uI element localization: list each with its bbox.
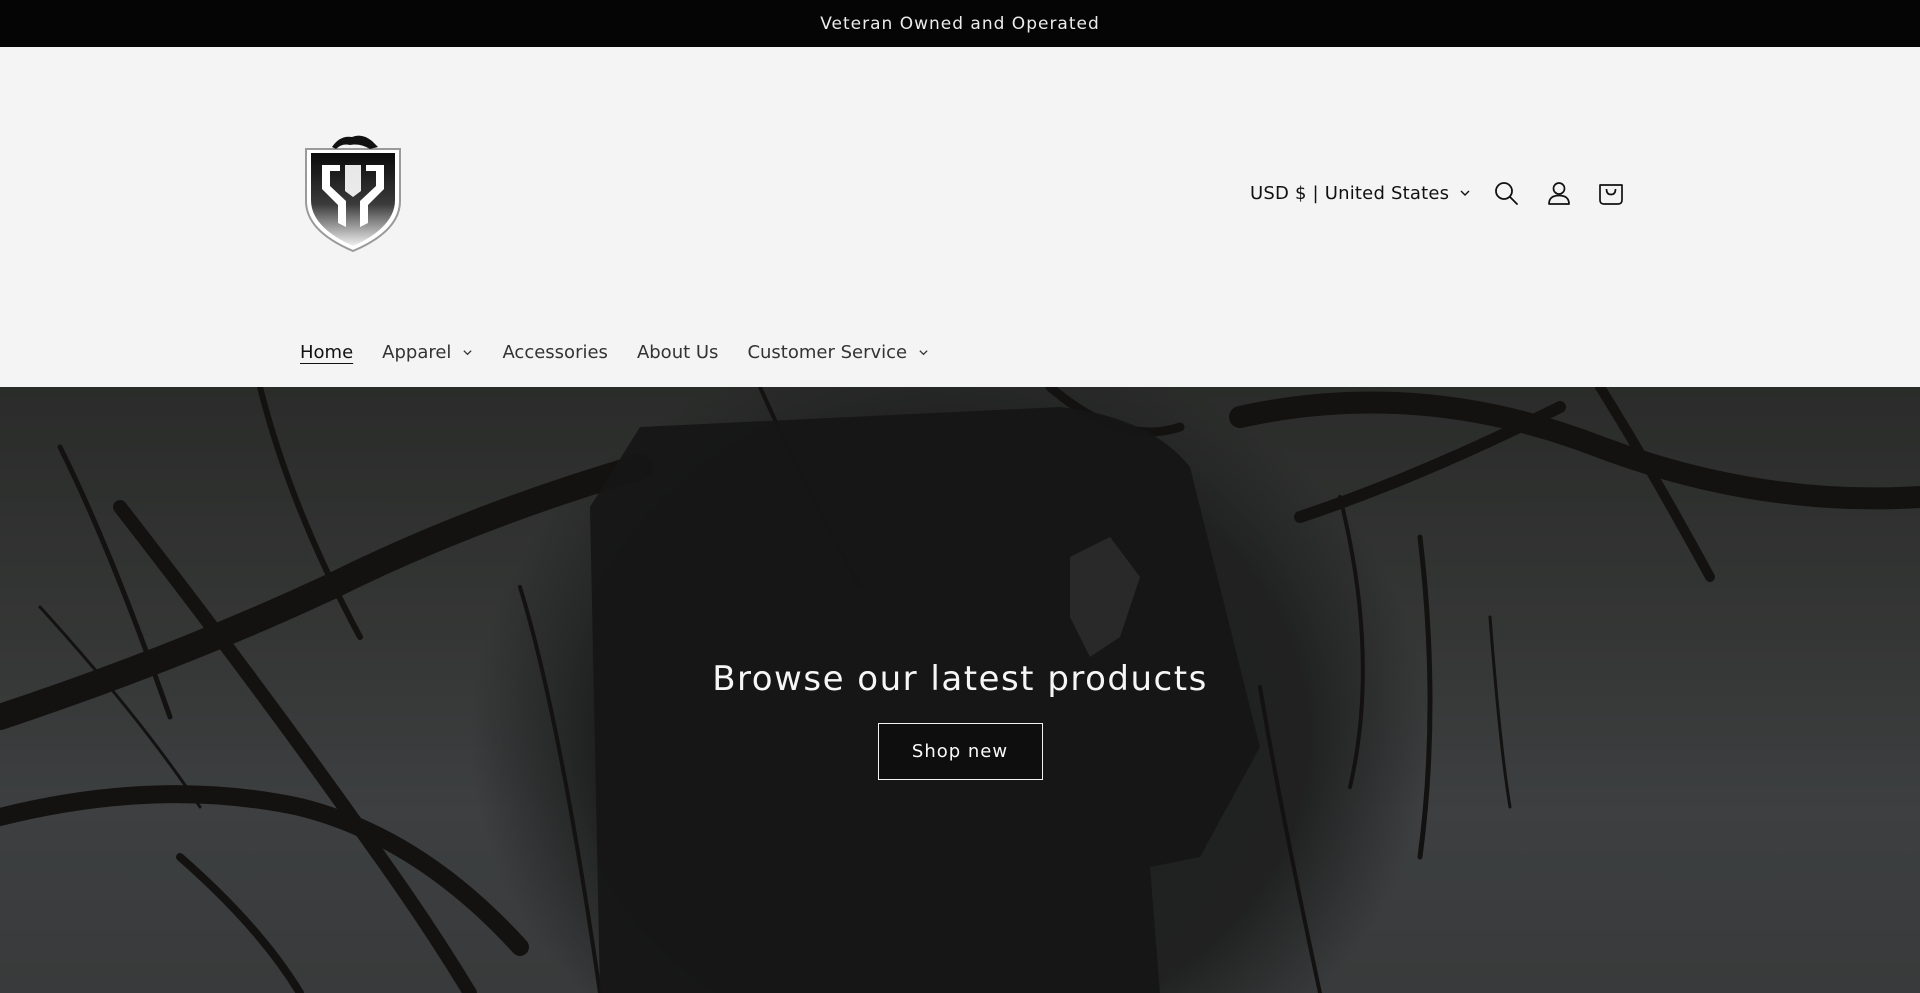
cart-button[interactable]	[1597, 179, 1625, 207]
site-header: USD $ | United States Home Apparel Acces…	[0, 47, 1920, 387]
chevron-down-icon	[463, 349, 473, 355]
main-nav: Home Apparel Accessories About Us Custom…	[300, 337, 958, 367]
nav-item-home[interactable]: Home	[300, 342, 353, 363]
header-tools: USD $ | United States	[1238, 175, 1625, 211]
shop-new-button[interactable]: Shop new	[877, 723, 1043, 780]
hero-banner: Browse our latest products Shop new	[0, 387, 1920, 993]
currency-label: USD $ | United States	[1250, 182, 1450, 204]
nav-item-label: Accessories	[502, 341, 608, 363]
site-logo[interactable]	[300, 131, 406, 253]
nav-item-label: Home	[300, 341, 354, 363]
search-button[interactable]	[1492, 179, 1520, 207]
nav-item-label: Customer Service	[747, 341, 908, 363]
shield-logo-icon	[305, 135, 401, 253]
announcement-text: Veteran Owned and Operated	[820, 13, 1100, 34]
nav-item-apparel[interactable]: Apparel	[382, 342, 473, 363]
nav-item-label: About Us	[636, 341, 719, 363]
currency-selector[interactable]: USD $ | United States	[1250, 183, 1471, 204]
nav-item-label: Apparel	[382, 341, 452, 363]
nav-item-accessories[interactable]: Accessories	[502, 342, 608, 363]
nav-item-about-us[interactable]: About Us	[637, 342, 719, 363]
hero-content: Browse our latest products Shop new	[0, 659, 1920, 780]
announcement-bar: Veteran Owned and Operated	[0, 0, 1920, 47]
cart-icon	[1599, 184, 1624, 205]
hero-title: Browse our latest products	[712, 659, 1208, 699]
chevron-down-icon	[1460, 190, 1470, 196]
account-icon	[1548, 182, 1571, 205]
search-icon	[1495, 182, 1519, 205]
chevron-down-icon	[919, 349, 928, 355]
nav-item-customer-service[interactable]: Customer Service	[747, 342, 929, 363]
account-button[interactable]	[1545, 179, 1573, 207]
